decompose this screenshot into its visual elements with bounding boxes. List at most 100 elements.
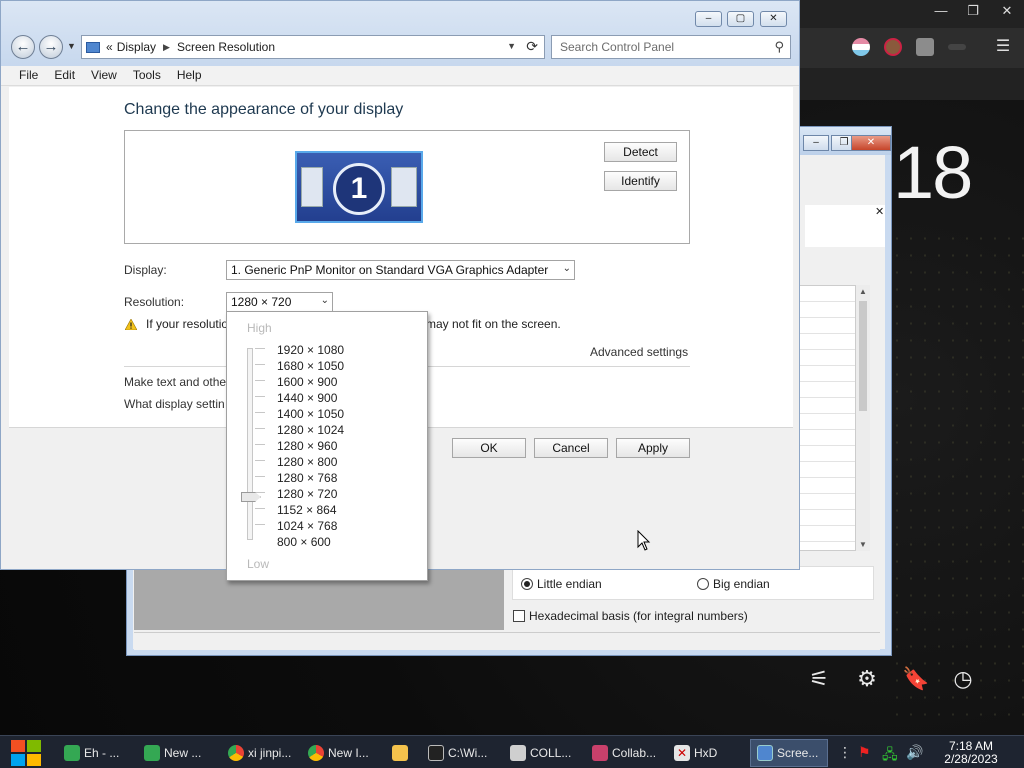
hex-basis-checkbox[interactable]: Hexadecimal basis (for integral numbers) (513, 609, 748, 623)
resolution-option[interactable]: 1280 × 720 (277, 487, 337, 501)
resolution-option[interactable]: 1280 × 1024 (277, 423, 344, 437)
resolution-option[interactable]: 1400 × 1050 (277, 407, 344, 421)
bookmark-icon[interactable]: 🔖 (902, 666, 929, 692)
close-icon[interactable]: ✕ (992, 2, 1022, 20)
shield-icon[interactable] (916, 38, 934, 56)
address-dropdown-icon[interactable]: ▼ (507, 41, 516, 51)
scroll-down-icon[interactable]: ▼ (859, 540, 867, 549)
scroll-up-icon[interactable]: ▲ (856, 285, 870, 296)
chevron-down-icon: ⌄ (562, 263, 571, 274)
taskbar-item-collab[interactable]: Collab... (586, 739, 666, 767)
taskbar-item-chrome-1[interactable]: xi jinpi... (222, 739, 300, 767)
background-clock: 18 (893, 131, 973, 214)
taskbar-item-chrome-2[interactable]: New I... (302, 739, 380, 767)
resolution-option[interactable]: 1280 × 768 (277, 471, 337, 485)
radio-selected-icon (521, 578, 533, 590)
menu-file[interactable]: File (11, 66, 46, 85)
app-icon (592, 745, 608, 761)
refresh-icon[interactable]: ⟳ (526, 38, 538, 55)
taskbar-item-explorer[interactable] (386, 739, 420, 767)
menu-help[interactable]: Help (169, 66, 210, 85)
network-icon[interactable]: 🖧 (882, 744, 898, 768)
folder-icon (392, 745, 408, 761)
menu-view[interactable]: View (83, 66, 125, 85)
display-label: Display: (124, 263, 167, 277)
overflow-icon[interactable]: ⋮ (838, 744, 852, 761)
taskbar-item-cmd[interactable]: C:\Wi... (422, 739, 500, 767)
advanced-settings-link[interactable]: Advanced settings (590, 345, 688, 359)
minimize-button[interactable]: – (695, 11, 722, 27)
resolution-option[interactable]: 800 × 600 (277, 535, 331, 549)
resolution-option[interactable]: 1152 × 864 (277, 503, 337, 517)
close-button[interactable]: ✕ (760, 11, 787, 27)
back-arrow-icon[interactable]: ← (11, 35, 35, 59)
menu-bar: File Edit View Tools Help (1, 66, 799, 86)
high-label: High (247, 321, 272, 335)
resolution-option[interactable]: 1280 × 800 (277, 455, 337, 469)
scroll-thumb[interactable] (859, 301, 867, 411)
resolution-select[interactable]: 1280 × 720 ⌄ (226, 292, 333, 312)
warning-text-left: If your resolutio (146, 317, 229, 331)
minimize-icon[interactable]: — (926, 2, 956, 20)
flag-icon[interactable] (852, 38, 870, 56)
menu-icon[interactable]: ☰ (988, 38, 1018, 56)
breadcrumb-chevron-icon[interactable]: ▶ (163, 42, 170, 53)
inspector-scrollbar[interactable]: ▲ ▼ (856, 285, 870, 551)
extension-icon[interactable] (948, 44, 966, 50)
monitor-1-icon[interactable]: 1 (295, 151, 423, 223)
little-endian-radio[interactable]: Little endian (521, 577, 602, 591)
search-icon[interactable]: ⚲ (774, 39, 784, 55)
forward-arrow-icon[interactable]: → (39, 35, 63, 59)
docs-icon (144, 745, 160, 761)
gear-icon[interactable]: ⚙ (854, 666, 880, 692)
address-bar[interactable]: « Display ▶ Screen Resolution ▼ ⟳ (81, 35, 545, 59)
resolution-option[interactable]: 1440 × 900 (277, 391, 337, 405)
resolution-option[interactable]: 1680 × 1050 (277, 359, 344, 373)
resolution-dropdown: High 1920 × 1080 1680 × 1050 1600 × 900 144… (226, 311, 428, 581)
terminal-icon (428, 745, 444, 761)
taskbar-item-docs-1[interactable]: Eh - ... (58, 739, 134, 767)
taskbar-item-coll[interactable]: COLL... (504, 739, 584, 767)
menu-edit[interactable]: Edit (46, 66, 83, 85)
restore-icon[interactable]: ❐ (958, 2, 988, 20)
page-title: Change the appearance of your display (124, 101, 404, 118)
resolution-option[interactable]: 1920 × 1080 (277, 343, 344, 357)
text-size-link[interactable]: Make text and othe (124, 375, 226, 389)
control-panel-icon (757, 745, 773, 761)
taskbar-clock[interactable]: 7:18 AM 2/28/2023 (936, 740, 1006, 766)
resolution-slider-track[interactable] (247, 348, 253, 540)
resolution-option[interactable]: 1280 × 960 (277, 439, 337, 453)
taskbar: Eh - ... New ... xi jinpi... New I... C:… (0, 735, 1024, 768)
history-icon[interactable]: ◷ (950, 666, 976, 692)
display-settings-link[interactable]: What display settin (124, 397, 225, 411)
cancel-button[interactable]: Cancel (534, 438, 608, 458)
taskbar-item-screen-resolution[interactable]: Scree... (750, 739, 828, 767)
big-endian-radio[interactable]: Big endian (697, 577, 770, 591)
flag-tray-icon[interactable]: ⚑ (858, 744, 871, 761)
breadcrumb-display[interactable]: Display (117, 40, 156, 54)
chrome-icon (228, 745, 244, 761)
avatar-icon[interactable] (884, 38, 902, 56)
display-select[interactable]: 1. Generic PnP Monitor on Standard VGA G… (226, 260, 575, 280)
windows-start-icon[interactable] (8, 738, 44, 768)
resolution-option[interactable]: 1024 × 768 (277, 519, 337, 533)
identify-button[interactable]: Identify (604, 171, 677, 191)
hxd-close-icon[interactable]: ✕ (851, 135, 891, 151)
breadcrumb-screen-resolution[interactable]: Screen Resolution (177, 40, 275, 54)
maximize-button[interactable]: ▢ (727, 11, 754, 27)
detect-button[interactable]: Detect (604, 142, 677, 162)
resolution-option[interactable]: 1600 × 900 (277, 375, 337, 389)
menu-tools[interactable]: Tools (125, 66, 169, 85)
search-input[interactable]: Search Control Panel ⚲ (551, 35, 791, 59)
chrome-icon (308, 745, 324, 761)
apply-button[interactable]: Apply (616, 438, 690, 458)
panel-close-icon[interactable]: ✕ (875, 205, 884, 218)
hxd-minimize-icon[interactable]: – (803, 135, 829, 151)
taskbar-item-hxd[interactable]: ✕ HxD (668, 739, 746, 767)
ok-button[interactable]: OK (452, 438, 526, 458)
recent-pages-icon[interactable]: ▼ (67, 41, 76, 51)
sliders-icon[interactable]: ⚟ (806, 666, 832, 692)
chevron-down-icon: ⌄ (320, 295, 329, 306)
volume-icon[interactable]: 🔊 (906, 744, 923, 761)
taskbar-item-docs-2[interactable]: New ... (138, 739, 214, 767)
